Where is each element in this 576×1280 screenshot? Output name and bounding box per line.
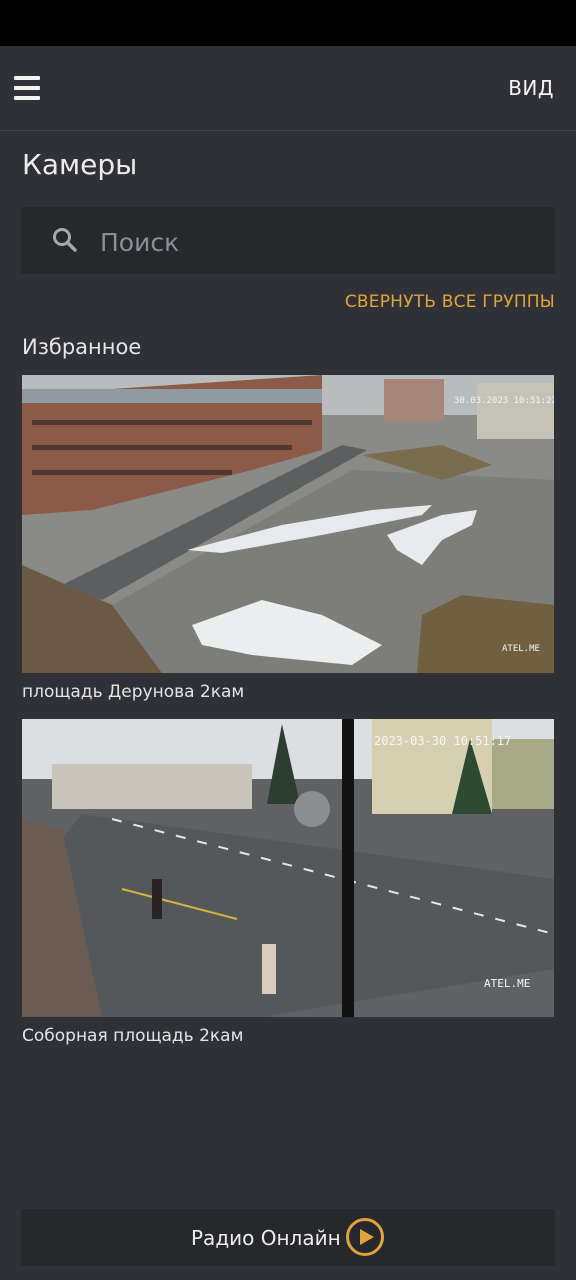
camera-name: площадь Дерунова 2кам xyxy=(22,682,245,702)
view-button[interactable]: ВИД xyxy=(508,76,554,100)
camera-card[interactable]: 2023-03-30 10:51:17 ATEL.ME Соборная пло… xyxy=(22,719,554,1046)
camera-brand-overlay: ATEL.ME xyxy=(502,644,540,654)
search-icon xyxy=(53,228,77,252)
camera-preview-image: 2023-03-30 10:51:17 ATEL.ME xyxy=(22,719,554,1017)
status-bar xyxy=(0,0,576,46)
camera-card[interactable]: 30.03.2023 10:51:22 ATEL.ME площадь Деру… xyxy=(22,375,554,702)
group-title-favorites: Избранное xyxy=(22,335,142,359)
system-navigation-bar xyxy=(0,1268,576,1280)
search-input[interactable] xyxy=(98,218,542,266)
collapse-all-groups-button[interactable]: СВЕРНУТЬ ВСЕ ГРУППЫ xyxy=(345,292,555,312)
camera-brand-overlay: ATEL.ME xyxy=(484,977,530,990)
camera-name: Соборная площадь 2кам xyxy=(22,1026,244,1046)
camera-timestamp-overlay: 2023-03-30 10:51:17 xyxy=(374,734,511,748)
play-circle-icon xyxy=(346,1218,384,1256)
radio-label: Радио Онлайн xyxy=(191,1226,341,1250)
app-bar: ВИД xyxy=(0,46,576,131)
menu-icon[interactable] xyxy=(12,74,42,102)
camera-preview-image: 30.03.2023 10:51:22 ATEL.ME xyxy=(22,375,554,673)
page-title: Камеры xyxy=(22,148,138,181)
camera-timestamp-overlay: 30.03.2023 10:51:22 xyxy=(454,396,554,406)
radio-online-button[interactable]: Радио Онлайн xyxy=(21,1209,555,1266)
